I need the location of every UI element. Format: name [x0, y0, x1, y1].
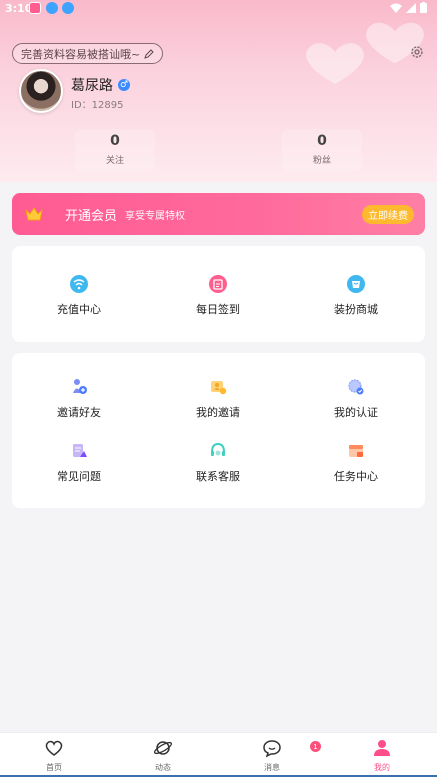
- recharge-icon: [70, 275, 88, 293]
- verification-icon: [348, 379, 364, 395]
- task-center-button[interactable]: 任务中心: [296, 441, 416, 484]
- contact-support-button[interactable]: 联系客服: [158, 441, 278, 484]
- nav-mine[interactable]: 我的: [352, 738, 412, 773]
- avatar[interactable]: [19, 69, 63, 113]
- my-verification-label: 我的认证: [334, 406, 378, 419]
- home-heart-icon: [45, 740, 63, 756]
- nav-mine-label: 我的: [374, 763, 390, 772]
- planet-icon: [153, 741, 173, 755]
- fans-count: 0: [317, 133, 327, 149]
- task-center-label: 任务中心: [334, 470, 378, 483]
- vip-banner[interactable]: 开通会员 享受专属特权 立即续费: [12, 193, 425, 235]
- status-bar: 3:10: [0, 0, 437, 18]
- invite-friends-icon: [73, 379, 87, 394]
- my-invites-label: 我的邀请: [196, 406, 240, 419]
- bottom-navigation: 首页 动态 消息 我的: [0, 732, 437, 777]
- dressup-store-button[interactable]: 装扮商城: [296, 274, 416, 317]
- wifi-icon: [390, 3, 402, 13]
- user-id: ID：12895: [71, 100, 124, 111]
- fans-stat[interactable]: 0 粉丝: [282, 129, 362, 171]
- chat-bubble-icon: [263, 740, 281, 758]
- faq-button[interactable]: 常见问题: [19, 441, 139, 484]
- settings-gear-icon[interactable]: [409, 44, 425, 60]
- my-invites-button[interactable]: 我的邀请: [158, 377, 278, 420]
- faq-icon: [73, 444, 87, 457]
- nav-messages[interactable]: 消息: [242, 738, 302, 773]
- following-label: 关注: [105, 156, 124, 166]
- daily-checkin-button[interactable]: 每日签到: [158, 274, 278, 317]
- vip-title: 开通会员: [65, 208, 118, 224]
- male-gender-icon: ♂: [118, 79, 130, 91]
- checkin-icon: [209, 275, 227, 293]
- dressup-store-label: 装扮商城: [334, 303, 378, 316]
- fans-label: 粉丝: [312, 156, 331, 166]
- invite-friends-button[interactable]: 邀请好友: [19, 377, 139, 420]
- following-stat[interactable]: 0 关注: [75, 129, 155, 171]
- username: 葛尿路: [71, 78, 113, 94]
- vip-subtitle: 享受专属特权: [125, 210, 186, 222]
- nav-moments[interactable]: 动态: [133, 738, 193, 773]
- download-icon: [62, 2, 74, 14]
- contact-support-label: 联系客服: [196, 470, 240, 483]
- my-invites-icon: [211, 381, 227, 395]
- app-notification-icon: [29, 2, 41, 14]
- username-row: 葛尿路 ♂: [71, 75, 130, 95]
- recharge-center-label: 充值中心: [57, 303, 101, 316]
- faq-label: 常见问题: [57, 470, 101, 483]
- my-verification-button[interactable]: 我的认证: [296, 377, 416, 420]
- person-icon: [374, 740, 390, 756]
- edit-profile-hint-text: 完善资料容易被搭讪哦~: [21, 47, 141, 61]
- edit-profile-hint[interactable]: 完善资料容易被搭讪哦~: [12, 43, 164, 64]
- nav-messages-label: 消息: [264, 763, 280, 772]
- pencil-icon: [144, 48, 154, 59]
- nav-home[interactable]: 首页: [24, 738, 84, 773]
- task-center-icon: [349, 445, 363, 457]
- battery-icon: [420, 2, 427, 13]
- quick-actions-card: 充值中心 每日签到 装扮商城: [12, 246, 425, 342]
- nav-moments-label: 动态: [155, 763, 171, 772]
- renew-button[interactable]: 立即续费: [362, 205, 414, 224]
- signal-icon: [406, 2, 416, 13]
- message-count-badge: 1: [310, 741, 321, 752]
- nav-home-label: 首页: [46, 763, 62, 772]
- recharge-center-button[interactable]: 充值中心: [19, 274, 139, 317]
- crown-icon: [25, 207, 43, 221]
- store-icon: [347, 275, 365, 293]
- following-count: 0: [110, 133, 120, 149]
- invite-friends-label: 邀请好友: [57, 406, 101, 419]
- profile-header-background: [0, 0, 437, 182]
- services-card: 邀请好友 我的邀请 我的认证 常见问题 联系客服 任务中心: [12, 353, 425, 508]
- daily-checkin-label: 每日签到: [196, 303, 240, 316]
- download-icon: [46, 2, 58, 14]
- customer-service-icon: [211, 442, 225, 456]
